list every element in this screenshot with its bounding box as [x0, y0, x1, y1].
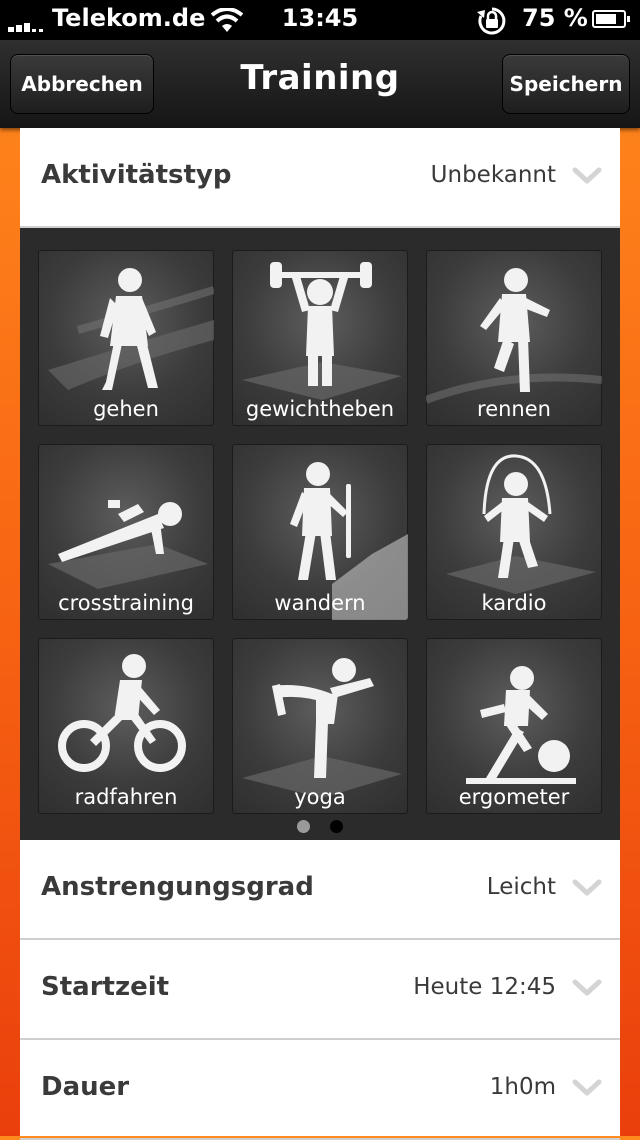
chevron-down-icon: [572, 879, 602, 896]
activity-tile-gewichtheben[interactable]: gewichtheben: [232, 250, 408, 426]
activity-type-label: Aktivitätstyp: [41, 160, 232, 190]
activity-label: gewichtheben: [245, 397, 395, 421]
duration-value: 1h0m: [489, 1074, 556, 1100]
chevron-down-icon: [572, 979, 602, 996]
activity-label: crosstraining: [58, 591, 194, 615]
start-time-row[interactable]: Startzeit Heute 12:45: [20, 940, 620, 1040]
activity-grid: gehen gewichtheben rennen crosstraining …: [20, 228, 620, 840]
activity-type-value: Unbekannt: [430, 162, 556, 188]
nav-bar: Abbrechen Training Speichern: [0, 40, 640, 128]
activity-label: ergometer: [458, 785, 570, 809]
activity-label: gehen: [93, 397, 159, 421]
activity-label: kardio: [481, 591, 547, 615]
activity-tile-ergometer[interactable]: ergometer: [426, 638, 602, 814]
activity-label: rennen: [477, 397, 551, 421]
save-button[interactable]: Speichern: [502, 54, 630, 114]
activity-tile-radfahren[interactable]: radfahren: [38, 638, 214, 814]
effort-value: Leicht: [486, 874, 556, 900]
start-time-value: Heute 12:45: [413, 974, 556, 1000]
page-indicator[interactable]: [20, 818, 620, 837]
battery-icon: [592, 10, 630, 28]
chevron-down-icon: [572, 1079, 602, 1096]
activity-tile-wandern[interactable]: wandern: [232, 444, 408, 620]
training-form: Aktivitätstyp Unbekannt gehen gewichtheb…: [20, 128, 620, 1140]
page-dot[interactable]: [297, 820, 311, 833]
activity-tile-kardio[interactable]: kardio: [426, 444, 602, 620]
page-dot-active[interactable]: [329, 820, 343, 833]
start-time-label: Startzeit: [41, 972, 170, 1002]
duration-label: Dauer: [41, 1072, 130, 1102]
activity-label: wandern: [274, 591, 366, 615]
chevron-down-icon: [572, 167, 602, 184]
status-bar: Telekom.de 13:45 75 %: [0, 0, 640, 40]
battery-percent: 75 %: [522, 4, 588, 32]
activity-type-row[interactable]: Aktivitätstyp Unbekannt: [20, 128, 620, 228]
activity-tile-crosstraining[interactable]: crosstraining: [38, 444, 214, 620]
activity-tile-gehen[interactable]: gehen: [38, 250, 214, 426]
effort-row[interactable]: Anstrengungsgrad Leicht: [20, 840, 620, 940]
rotation-lock-icon: [477, 7, 506, 35]
activity-label: radfahren: [74, 785, 178, 809]
activity-label: yoga: [294, 785, 346, 809]
duration-row[interactable]: Dauer 1h0m: [20, 1040, 620, 1140]
effort-label: Anstrengungsgrad: [41, 872, 314, 902]
activity-tile-yoga[interactable]: yoga: [232, 638, 408, 814]
activity-tile-rennen[interactable]: rennen: [426, 250, 602, 426]
